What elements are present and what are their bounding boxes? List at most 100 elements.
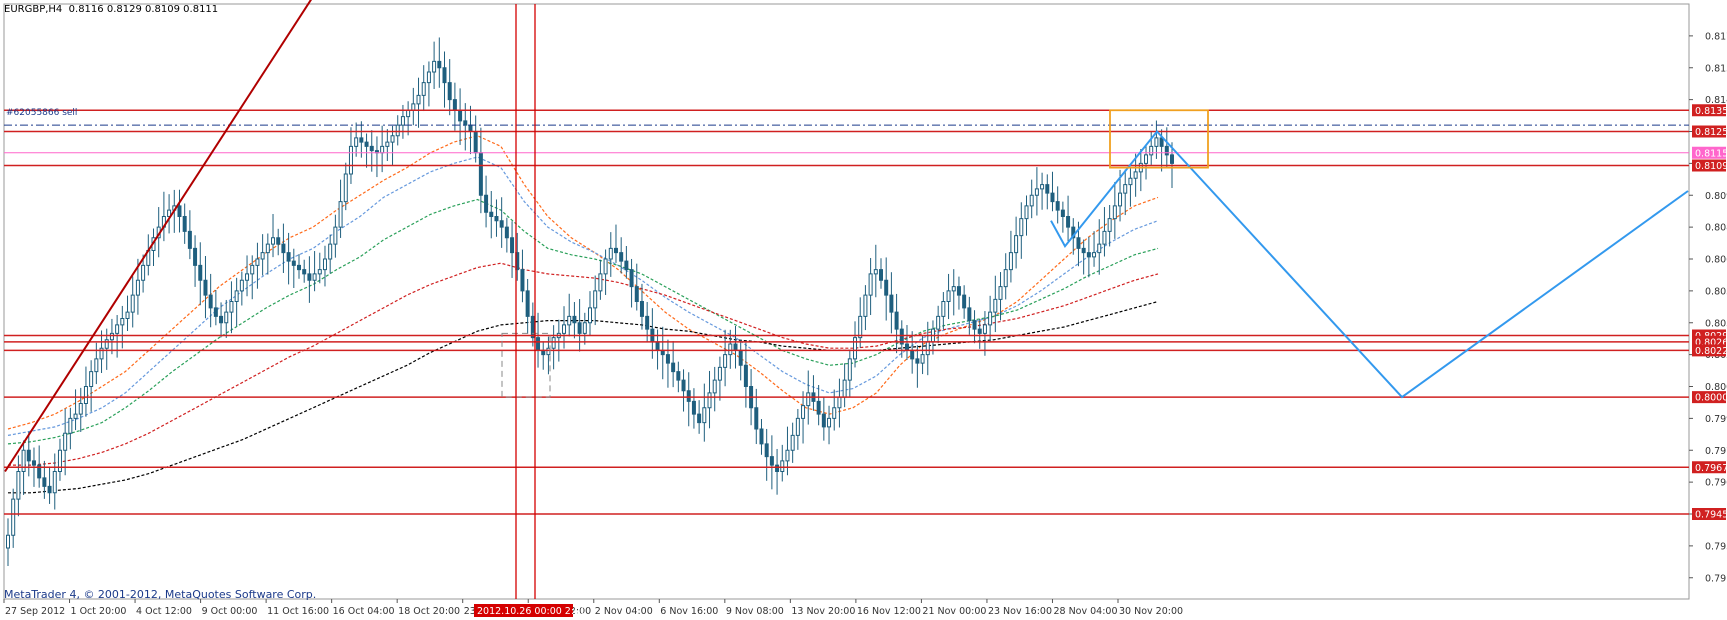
- candle-body: [390, 135, 395, 143]
- candle-body: [993, 298, 998, 313]
- candle-body: [11, 498, 16, 536]
- candle-body: [359, 137, 364, 143]
- candle-body: [245, 273, 250, 281]
- candle-body: [567, 315, 572, 326]
- x-tick-label: 11 Oct 16:00: [267, 606, 329, 617]
- candle-body: [868, 273, 873, 296]
- level-price-tag-label: 0.8022: [1695, 346, 1727, 357]
- candle-body: [26, 449, 31, 462]
- candle-body: [213, 307, 218, 317]
- y-tick-label: 0.8170: [1705, 31, 1727, 42]
- order-label: #62055866 sell: [6, 108, 78, 118]
- candle-body: [31, 460, 36, 466]
- candle-body: [182, 216, 187, 232]
- candle-body: [863, 294, 868, 317]
- candle-body: [619, 252, 624, 262]
- candle-body: [208, 294, 213, 309]
- candle-body: [951, 286, 956, 292]
- candle-body: [473, 131, 478, 154]
- candle-body: [1118, 192, 1123, 207]
- candle-body: [1086, 252, 1091, 258]
- candle-body: [68, 417, 73, 434]
- candle-body: [281, 243, 286, 254]
- candle-body: [588, 307, 592, 324]
- x-tick-label: 28 Nov 04:00: [1053, 606, 1117, 617]
- candle-body: [1154, 137, 1159, 147]
- candle-body: [250, 264, 255, 275]
- level-price-tag-label: 0.7967: [1695, 463, 1727, 474]
- x-tick-label: 30 Nov 20:00: [1119, 606, 1183, 617]
- candle-body: [255, 258, 260, 266]
- candle-body: [63, 432, 68, 451]
- candle-body: [73, 413, 78, 419]
- x-tick-label: 16 Nov 12:00: [857, 606, 921, 617]
- candle-body: [1128, 177, 1133, 186]
- candle-body: [504, 226, 509, 239]
- candle-body: [853, 337, 858, 360]
- candle-body: [416, 94, 421, 105]
- y-tick-label: 0.7990: [1705, 414, 1727, 425]
- candle-body: [1040, 184, 1045, 190]
- candle-body: [1164, 145, 1169, 156]
- candle-body: [956, 286, 961, 296]
- candle-body: [1055, 201, 1060, 211]
- candle-body: [1097, 243, 1102, 254]
- candle-body: [89, 371, 94, 387]
- candle-body: [1076, 237, 1081, 249]
- candle-body: [1034, 188, 1039, 196]
- candle-body: [452, 99, 457, 111]
- candle-body: [141, 264, 146, 281]
- candle-body: [458, 109, 463, 122]
- candle-body: [884, 279, 889, 296]
- candle-body: [47, 485, 52, 494]
- candle-body: [551, 337, 556, 349]
- candle-body: [1050, 192, 1055, 203]
- candle-body: [354, 137, 359, 147]
- candle-body: [686, 390, 691, 402]
- candle-body: [1014, 235, 1019, 254]
- candle-body: [520, 269, 525, 292]
- candle-body: [395, 124, 400, 137]
- candle-body: [676, 371, 681, 381]
- candle-body: [904, 343, 909, 351]
- x-tick-label: 18 Oct 20:00: [398, 606, 460, 617]
- candle-body: [322, 258, 327, 271]
- candle-body: [972, 320, 977, 330]
- chart-canvas[interactable]: 0.81700.81550.81400.81250.81100.80950.80…: [0, 0, 1727, 620]
- candle-body: [982, 324, 987, 334]
- candle-body: [328, 243, 333, 260]
- candle-body: [109, 332, 114, 341]
- candle-body: [406, 109, 411, 118]
- candle-body: [1144, 154, 1149, 164]
- y-tick-label: 0.8050: [1705, 286, 1727, 297]
- candle-body: [291, 260, 296, 266]
- candle-body: [442, 67, 447, 84]
- candle-body: [333, 226, 338, 245]
- candle-body: [806, 392, 811, 407]
- candle-body: [847, 358, 852, 381]
- candle-body: [1024, 205, 1029, 220]
- candle-body: [307, 273, 312, 281]
- candle-body: [343, 173, 348, 203]
- candle-body: [754, 407, 759, 430]
- candle-body: [468, 124, 473, 132]
- candle-body: [790, 434, 795, 451]
- candle-body: [494, 216, 499, 222]
- candle-body: [1003, 269, 1008, 288]
- candle-body: [962, 294, 967, 309]
- candle-body: [1092, 252, 1097, 258]
- candle-body: [120, 318, 125, 326]
- candle-body: [593, 290, 598, 309]
- x-tick-label: 23 Nov 16:00: [988, 606, 1052, 617]
- candle-body: [941, 301, 946, 317]
- symbol-label: EURGBP,H4: [4, 4, 63, 15]
- candle-body: [1029, 194, 1034, 207]
- candle-body: [525, 290, 530, 317]
- candle-body: [801, 405, 806, 419]
- candle-body: [728, 343, 733, 356]
- candle-body: [437, 60, 442, 69]
- candle-body: [42, 477, 47, 487]
- candle-body: [536, 337, 541, 351]
- candle-body: [780, 460, 785, 472]
- candle-body: [432, 60, 437, 73]
